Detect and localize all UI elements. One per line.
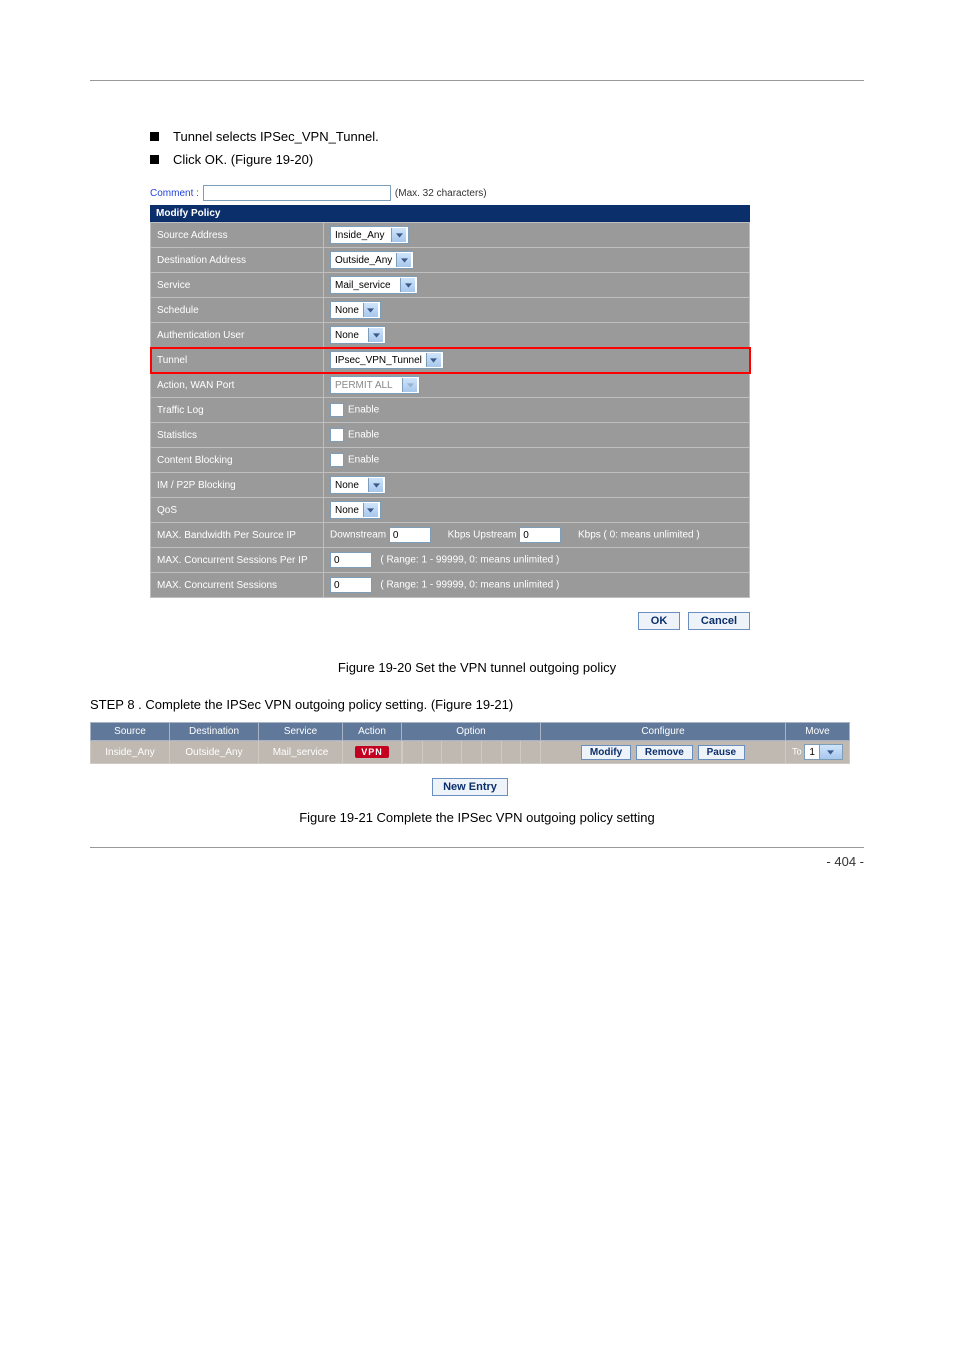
qos-select[interactable]: None xyxy=(330,501,381,519)
cell-destination: Outside_Any xyxy=(170,741,259,764)
service-select[interactable]: Mail_service xyxy=(330,276,418,294)
traffic-log-label: Traffic Log xyxy=(151,398,324,423)
tunnel-select[interactable]: IPsec_VPN_Tunnel xyxy=(330,351,444,369)
chevron-down-icon xyxy=(426,353,441,367)
cell-source: Inside_Any xyxy=(91,741,170,764)
downstream-input[interactable] xyxy=(389,527,431,543)
col-move: Move xyxy=(786,723,850,741)
upstream-input[interactable] xyxy=(519,527,561,543)
chevron-down-icon xyxy=(363,303,378,317)
pause-button[interactable]: Pause xyxy=(698,745,745,760)
cell-option xyxy=(402,741,541,764)
move-to-label: To xyxy=(792,747,802,757)
table-row: Inside_Any Outside_Any Mail_service VPN … xyxy=(91,741,850,764)
enable-label: Enable xyxy=(348,405,379,416)
service-label: Service xyxy=(151,273,324,298)
range-note: ( Range: 1 - 99999, 0: means unlimited ) xyxy=(380,555,559,566)
chevron-down-icon xyxy=(402,378,417,392)
col-source: Source xyxy=(91,723,170,741)
comment-note: (Max. 32 characters) xyxy=(395,188,487,199)
statistics-checkbox[interactable] xyxy=(330,428,344,442)
chevron-down-icon xyxy=(368,478,383,492)
cell-service: Mail_service xyxy=(259,741,343,764)
remove-button[interactable]: Remove xyxy=(636,745,693,760)
schedule-select[interactable]: None xyxy=(330,301,381,319)
bottom-rule xyxy=(90,847,864,848)
enable-label: Enable xyxy=(348,455,379,466)
cancel-button[interactable]: Cancel xyxy=(688,612,750,630)
src-addr-label: Source Address xyxy=(151,223,324,248)
intro-line-1: Tunnel selects IPSec_VPN_Tunnel. xyxy=(173,129,379,144)
range-note: ( Range: 1 - 99999, 0: means unlimited ) xyxy=(380,580,559,591)
im-p2p-label: IM / P2P Blocking xyxy=(151,473,324,498)
col-service: Service xyxy=(259,723,343,741)
downstream-label: Downstream xyxy=(330,530,386,541)
chevron-down-icon xyxy=(396,253,411,267)
page-number: - 404 - xyxy=(90,854,864,869)
max-conc-label: MAX. Concurrent Sessions xyxy=(151,573,324,598)
dst-addr-label: Destination Address xyxy=(151,248,324,273)
intro-line-2: Click OK. (Figure 19-20) xyxy=(173,152,313,167)
col-option: Option xyxy=(402,723,541,741)
kbps-unlimited-note: Kbps ( 0: means unlimited ) xyxy=(578,530,700,541)
comment-input[interactable] xyxy=(203,185,391,201)
figure-caption-2: Figure 19-21 Complete the IPSec VPN outg… xyxy=(90,810,864,825)
traffic-log-checkbox[interactable] xyxy=(330,403,344,417)
enable-label: Enable xyxy=(348,430,379,441)
chevron-down-icon xyxy=(819,745,842,759)
max-bw-label: MAX. Bandwidth Per Source IP xyxy=(151,523,324,548)
move-select[interactable]: 1 xyxy=(804,744,843,760)
content-blocking-checkbox[interactable] xyxy=(330,453,344,467)
tunnel-label: Tunnel xyxy=(151,348,324,373)
cell-move: To 1 xyxy=(786,741,850,764)
max-conc-input[interactable] xyxy=(330,577,372,593)
ok-button[interactable]: OK xyxy=(638,612,681,630)
cell-configure: Modify Remove Pause xyxy=(541,741,786,764)
bullet-icon xyxy=(150,155,159,164)
qos-label: QoS xyxy=(151,498,324,523)
max-conc-ip-input[interactable] xyxy=(330,552,372,568)
max-conc-ip-label: MAX. Concurrent Sessions Per IP xyxy=(151,548,324,573)
top-rule xyxy=(90,80,864,81)
col-action: Action xyxy=(343,723,402,741)
im-p2p-select[interactable]: None xyxy=(330,476,386,494)
chevron-down-icon xyxy=(363,503,378,517)
col-configure: Configure xyxy=(541,723,786,741)
chevron-down-icon xyxy=(400,278,415,292)
auth-user-label: Authentication User xyxy=(151,323,324,348)
action-wan-label: Action, WAN Port xyxy=(151,373,324,398)
dst-addr-select[interactable]: Outside_Any xyxy=(330,251,414,269)
modify-button[interactable]: Modify xyxy=(581,745,631,760)
content-blocking-label: Content Blocking xyxy=(151,448,324,473)
new-entry-button[interactable]: New Entry xyxy=(432,778,508,796)
bullet-icon xyxy=(150,132,159,141)
comment-label: Comment : xyxy=(150,188,199,199)
chevron-down-icon xyxy=(368,328,383,342)
modify-policy-form: Comment : (Max. 32 characters) Modify Po… xyxy=(150,185,750,598)
step-8-text: STEP 8 . Complete the IPSec VPN outgoing… xyxy=(90,697,864,712)
col-destination: Destination xyxy=(170,723,259,741)
policy-form-table: Source Address Inside_Any Destination Ad… xyxy=(150,222,750,598)
cell-action: VPN xyxy=(343,741,402,764)
statistics-label: Statistics xyxy=(151,423,324,448)
figure-caption-1: Figure 19-20 Set the VPN tunnel outgoing… xyxy=(90,660,864,675)
chevron-down-icon xyxy=(391,228,406,242)
auth-user-select[interactable]: None xyxy=(330,326,386,344)
panel-title: Modify Policy xyxy=(150,205,750,222)
upstream-label: Kbps Upstream xyxy=(448,530,517,541)
action-wan-select[interactable]: PERMIT ALL xyxy=(330,376,420,394)
vpn-badge: VPN xyxy=(355,746,389,758)
schedule-label: Schedule xyxy=(151,298,324,323)
policy-result-table: Source Destination Service Action Option… xyxy=(90,722,850,796)
intro-block: Tunnel selects IPSec_VPN_Tunnel. Click O… xyxy=(150,129,864,167)
src-addr-select[interactable]: Inside_Any xyxy=(330,226,409,244)
